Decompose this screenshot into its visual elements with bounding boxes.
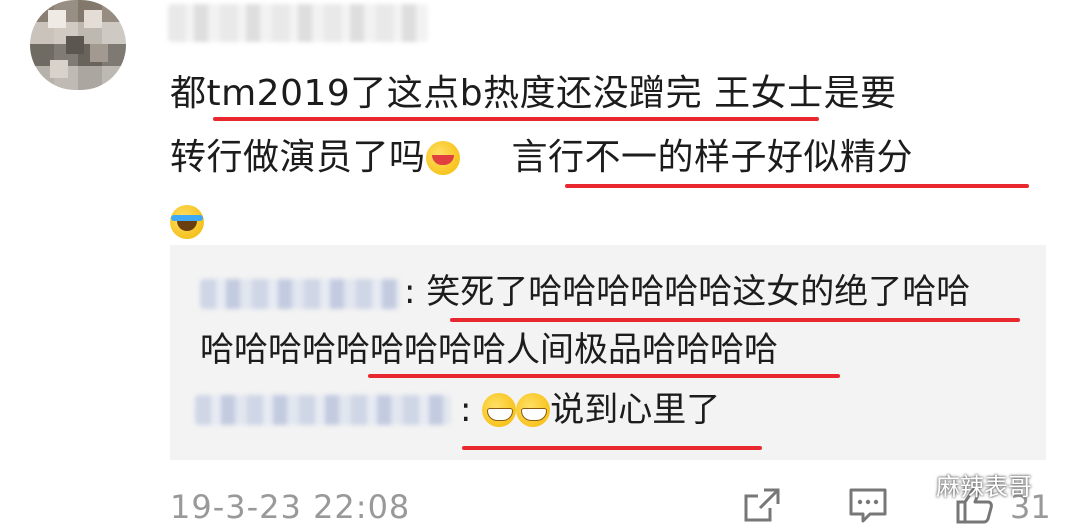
reply-username-blurred[interactable] (200, 279, 400, 309)
share-icon[interactable] (742, 486, 782, 524)
avatar-mosaic (84, 10, 102, 28)
reply-item: : 笑死了哈哈哈哈哈哈这女的绝了哈哈 (404, 263, 970, 321)
underline-mark (565, 184, 1029, 188)
username-blurred[interactable] (168, 4, 428, 42)
face-love-icon (425, 141, 460, 175)
underline-mark (213, 117, 819, 121)
reply-text: 说到心里了 (550, 390, 721, 430)
watermark: 麻辣表哥 (936, 467, 1032, 502)
avatar-mosaic (50, 60, 68, 78)
wechat-icon (899, 473, 928, 495)
grin-icon (482, 393, 517, 427)
comment-line: 转行做演员了吗 言行不一的样子好似精分 (170, 126, 1050, 190)
avatar-mosaic (90, 44, 108, 62)
watermark-text: 麻辣表哥 (936, 473, 1032, 501)
avatar-mosaic (48, 10, 66, 28)
reply-text: 笑死了哈哈哈哈哈哈这女的绝了哈哈 (426, 272, 971, 312)
underline-mark (450, 318, 1020, 322)
underline-mark (462, 446, 762, 450)
reply-text: 哈哈哈哈哈哈哈哈哈人间极品哈哈哈哈 (200, 330, 778, 370)
comment-body: 都tm2019了这点b热度还没蹭完 王女士是要 转行做演员了吗 言行不一的样子好似… (170, 62, 1050, 254)
avatar-mosaic (66, 36, 84, 54)
reply-item: 哈哈哈哈哈哈哈哈哈人间极品哈哈哈哈 (200, 321, 778, 379)
avatar[interactable] (30, 0, 126, 90)
reply-separator: : (404, 272, 416, 312)
comment-text: 言行不一的样子好似精分 (511, 137, 914, 178)
underline-mark (368, 374, 840, 378)
timestamp: 19-3-23 22:08 (170, 488, 411, 526)
face-laugh-cry-icon (170, 205, 204, 239)
reply-item: : 说到心里了 (460, 381, 720, 439)
comment-icon[interactable] (848, 486, 888, 524)
comment-text: 转行做演员了吗 (170, 137, 426, 178)
reply-separator: : (460, 390, 472, 430)
grin-icon (516, 393, 551, 427)
reply-username-blurred[interactable] (195, 395, 451, 425)
